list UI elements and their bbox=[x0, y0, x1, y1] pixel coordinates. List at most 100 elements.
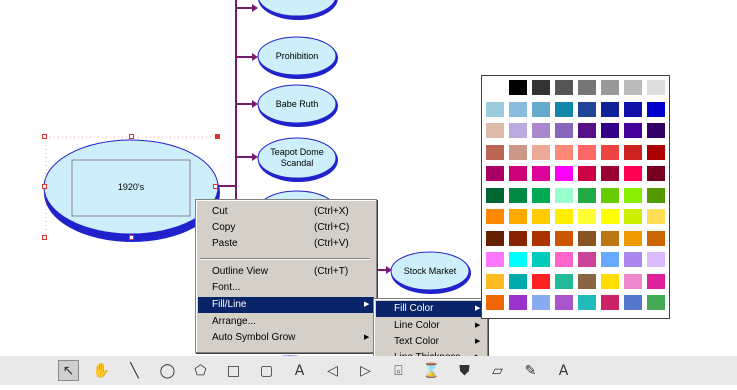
color-swatch[interactable] bbox=[555, 209, 573, 224]
color-swatch[interactable] bbox=[578, 295, 596, 310]
color-swatch[interactable] bbox=[647, 123, 665, 138]
selection-handle[interactable] bbox=[129, 235, 134, 240]
color-swatch[interactable] bbox=[624, 295, 642, 310]
color-swatch[interactable] bbox=[601, 295, 619, 310]
color-swatch[interactable] bbox=[509, 295, 527, 310]
color-swatch[interactable] bbox=[532, 80, 550, 95]
color-swatch[interactable] bbox=[532, 230, 550, 246]
color-swatch[interactable] bbox=[578, 252, 596, 267]
color-swatch[interactable] bbox=[601, 273, 619, 289]
color-swatch[interactable] bbox=[624, 123, 642, 138]
color-swatch[interactable] bbox=[532, 209, 550, 224]
color-swatch[interactable] bbox=[486, 295, 504, 310]
menu-item-outline-view[interactable]: Outline View (Ctrl+T) bbox=[196, 264, 376, 280]
color-swatch[interactable] bbox=[601, 166, 619, 181]
color-swatch[interactable] bbox=[624, 252, 642, 267]
color-swatch[interactable] bbox=[601, 101, 619, 117]
pentagon-icon[interactable]: ⬠ bbox=[190, 360, 211, 381]
color-swatch[interactable] bbox=[624, 144, 642, 160]
ellipse-icon[interactable]: ◯ bbox=[157, 360, 178, 381]
line-icon[interactable]: ╲ bbox=[124, 360, 145, 381]
color-swatch[interactable] bbox=[532, 101, 550, 117]
color-swatch[interactable] bbox=[532, 123, 550, 138]
selection-handle[interactable] bbox=[213, 184, 218, 189]
arrow-right-icon[interactable]: ▷ bbox=[355, 360, 376, 381]
color-swatch[interactable] bbox=[647, 80, 665, 95]
color-swatch[interactable] bbox=[555, 80, 573, 95]
color-swatch[interactable] bbox=[532, 166, 550, 181]
color-swatch[interactable] bbox=[509, 144, 527, 160]
menu-item-font[interactable]: Font... bbox=[196, 280, 376, 296]
color-swatch[interactable] bbox=[624, 209, 642, 224]
menu-item-paste[interactable]: Paste (Ctrl+V) bbox=[196, 236, 376, 252]
submenu-item-fill-color[interactable]: Fill Color ▶ bbox=[376, 301, 485, 317]
color-swatch[interactable] bbox=[509, 273, 527, 289]
selection-handle[interactable] bbox=[215, 134, 220, 139]
color-swatch[interactable] bbox=[601, 144, 619, 160]
rectangle-icon[interactable]: □ bbox=[223, 360, 244, 381]
color-swatch[interactable] bbox=[578, 230, 596, 246]
color-swatch[interactable] bbox=[601, 80, 619, 95]
submenu-item-text-color[interactable]: Text Color ▶ bbox=[374, 334, 487, 350]
submenu-item-line-color[interactable]: Line Color ▶ bbox=[374, 318, 487, 334]
color-swatch[interactable] bbox=[578, 80, 596, 95]
color-swatch[interactable] bbox=[624, 101, 642, 117]
menu-item-auto-symbol-grow[interactable]: Auto Symbol Grow ▶ bbox=[196, 330, 376, 346]
color-swatch[interactable] bbox=[601, 123, 619, 138]
color-swatch[interactable] bbox=[624, 80, 642, 95]
text-box-icon[interactable]: A bbox=[289, 360, 310, 381]
menu-item-cut[interactable]: Cut (Ctrl+X) bbox=[196, 204, 376, 220]
color-swatch[interactable] bbox=[509, 123, 527, 138]
color-swatch[interactable] bbox=[532, 187, 550, 203]
cylinder-icon[interactable]: ⌻ bbox=[388, 360, 409, 381]
color-swatch[interactable] bbox=[509, 252, 527, 267]
color-swatch[interactable] bbox=[486, 252, 504, 267]
color-swatch[interactable] bbox=[624, 273, 642, 289]
color-swatch[interactable] bbox=[509, 209, 527, 224]
pointer-icon[interactable]: ↖ bbox=[58, 360, 79, 381]
hand-icon[interactable]: ✋ bbox=[91, 360, 112, 381]
selection-handle[interactable] bbox=[129, 134, 134, 139]
color-swatch[interactable] bbox=[486, 101, 504, 117]
menu-item-copy[interactable]: Copy (Ctrl+C) bbox=[196, 220, 376, 236]
arrow-left-icon[interactable]: ◁ bbox=[322, 360, 343, 381]
color-swatch[interactable] bbox=[509, 101, 527, 117]
color-swatch[interactable] bbox=[555, 252, 573, 267]
menu-item-arrange[interactable]: Arrange... bbox=[196, 314, 376, 330]
color-swatch[interactable] bbox=[555, 144, 573, 160]
color-swatch[interactable] bbox=[647, 144, 665, 160]
color-swatch[interactable] bbox=[578, 123, 596, 138]
color-swatch[interactable] bbox=[647, 252, 665, 267]
color-swatch[interactable] bbox=[555, 101, 573, 117]
color-swatch[interactable] bbox=[647, 166, 665, 181]
hourglass-icon[interactable]: ⌛ bbox=[421, 360, 442, 381]
color-swatch[interactable] bbox=[486, 230, 504, 246]
color-swatch[interactable] bbox=[647, 101, 665, 117]
color-swatch[interactable] bbox=[509, 187, 527, 203]
color-swatch[interactable] bbox=[486, 144, 504, 160]
color-swatch[interactable] bbox=[509, 230, 527, 246]
rounded-rect-icon[interactable]: ▢ bbox=[256, 360, 277, 381]
color-swatch[interactable] bbox=[647, 209, 665, 224]
color-swatch[interactable] bbox=[624, 230, 642, 246]
color-swatch[interactable] bbox=[486, 209, 504, 224]
color-swatch[interactable] bbox=[509, 166, 527, 181]
selection-handle[interactable] bbox=[42, 134, 47, 139]
color-swatch[interactable] bbox=[486, 80, 504, 95]
color-swatch[interactable] bbox=[555, 295, 573, 310]
color-swatch[interactable] bbox=[555, 166, 573, 181]
color-swatch[interactable] bbox=[578, 166, 596, 181]
color-swatch[interactable] bbox=[647, 273, 665, 289]
color-swatch[interactable] bbox=[532, 252, 550, 267]
color-swatch[interactable] bbox=[555, 273, 573, 289]
color-swatch[interactable] bbox=[578, 144, 596, 160]
menu-item-fill-line[interactable]: Fill/Line ▶ bbox=[198, 297, 374, 313]
selection-handle[interactable] bbox=[42, 235, 47, 240]
color-swatch[interactable] bbox=[532, 144, 550, 160]
brush-icon[interactable]: ✎ bbox=[520, 360, 541, 381]
color-swatch[interactable] bbox=[555, 230, 573, 246]
color-swatch[interactable] bbox=[486, 123, 504, 138]
color-swatch[interactable] bbox=[532, 273, 550, 289]
color-swatch[interactable] bbox=[555, 123, 573, 138]
color-swatch[interactable] bbox=[578, 273, 596, 289]
